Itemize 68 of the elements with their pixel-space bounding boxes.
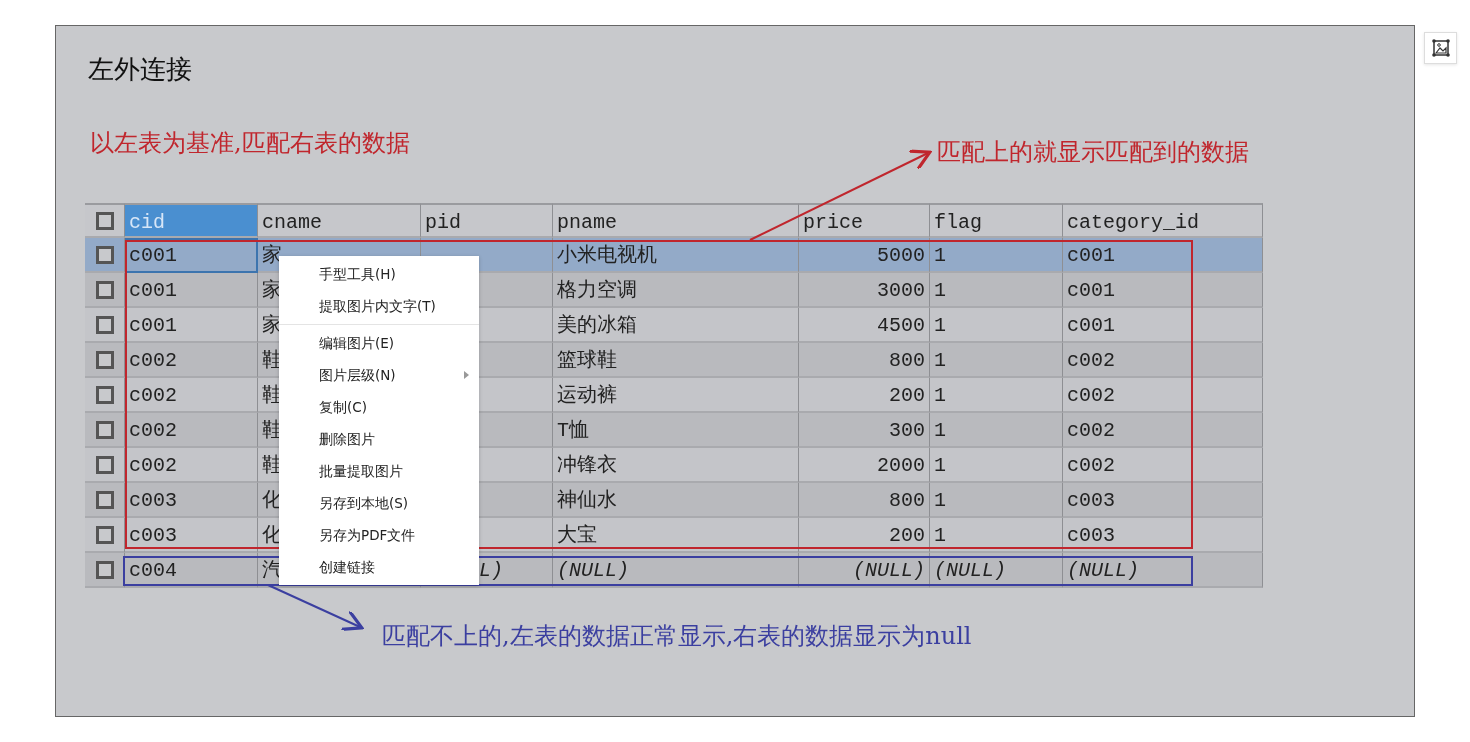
table-cell: 小米电视机 <box>553 238 799 273</box>
table-cell: c002 <box>125 448 258 483</box>
table-cell: c003 <box>125 483 258 518</box>
table-cell: c001 <box>125 238 258 273</box>
annotation-text: 匹配上的就显示匹配到的数据 <box>937 137 1249 168</box>
column-header[interactable]: flag <box>930 203 1063 238</box>
table-cell: (NULL) <box>1063 553 1263 588</box>
row-checkbox[interactable] <box>95 490 114 509</box>
column-header[interactable]: category_id <box>1063 203 1263 238</box>
row-checkbox[interactable] <box>95 315 114 334</box>
table-cell: c002 <box>1063 343 1263 378</box>
table-cell: 1 <box>930 483 1063 518</box>
table-cell: 神仙水 <box>553 483 799 518</box>
row-checkbox[interactable] <box>95 525 114 544</box>
table-cell: 2000 <box>799 448 930 483</box>
column-header[interactable]: cname <box>258 203 421 238</box>
table-cell: c001 <box>1063 273 1263 308</box>
table-cell: c002 <box>1063 413 1263 448</box>
table-cell: 5000 <box>799 238 930 273</box>
table-cell: 1 <box>930 308 1063 343</box>
table-cell: 4500 <box>799 308 930 343</box>
table-cell: 1 <box>930 273 1063 308</box>
table-cell: 200 <box>799 518 930 553</box>
column-header[interactable]: pname <box>553 203 799 238</box>
table-cell: 200 <box>799 378 930 413</box>
table-cell: c003 <box>1063 518 1263 553</box>
table-cell: 1 <box>930 238 1063 273</box>
table-cell: c001 <box>125 308 258 343</box>
row-checkbox[interactable] <box>95 350 114 369</box>
table-cell: c001 <box>125 273 258 308</box>
table-cell: 美的冰箱 <box>553 308 799 343</box>
row-checkbox[interactable] <box>95 245 114 264</box>
annotation-text: 匹配不上的,左表的数据正常显示,右表的数据显示为null <box>382 621 972 652</box>
table-cell: 1 <box>930 413 1063 448</box>
table-cell: c002 <box>1063 448 1263 483</box>
table-cell: c001 <box>1063 308 1263 343</box>
table-cell: c002 <box>125 343 258 378</box>
table-cell: c003 <box>125 518 258 553</box>
table-cell: 800 <box>799 483 930 518</box>
slide-subtitle: 以左表为基准,匹配右表的数据 <box>90 128 410 159</box>
table-cell: 运动裤 <box>553 378 799 413</box>
table-cell: 1 <box>930 343 1063 378</box>
table-cell: c003 <box>1063 483 1263 518</box>
table-cell: c002 <box>125 413 258 448</box>
table-cell: 1 <box>930 448 1063 483</box>
table-cell: 300 <box>799 413 930 448</box>
row-checkbox[interactable] <box>95 280 114 299</box>
row-checkbox[interactable] <box>95 455 114 474</box>
table-cell: c002 <box>125 378 258 413</box>
header-checkbox[interactable] <box>95 211 114 230</box>
row-checkbox[interactable] <box>95 560 114 579</box>
image-icon[interactable] <box>1424 32 1457 64</box>
column-header[interactable]: price <box>799 203 930 238</box>
row-checkbox[interactable] <box>95 385 114 404</box>
row-checkbox[interactable] <box>95 420 114 439</box>
table-cell: 1 <box>930 518 1063 553</box>
table-cell: T恤 <box>553 413 799 448</box>
table-cell: c001 <box>1063 238 1263 273</box>
slide-title: 左外连接 <box>88 53 193 86</box>
table-cell: 大宝 <box>553 518 799 553</box>
table-cell: 3000 <box>799 273 930 308</box>
table-cell: 篮球鞋 <box>553 343 799 378</box>
table-cell: 冲锋衣 <box>553 448 799 483</box>
table-cell: c002 <box>1063 378 1263 413</box>
table-cell: 800 <box>799 343 930 378</box>
table-cell: 1 <box>930 378 1063 413</box>
table-cell: 格力空调 <box>553 273 799 308</box>
column-header[interactable]: pid <box>421 203 553 238</box>
